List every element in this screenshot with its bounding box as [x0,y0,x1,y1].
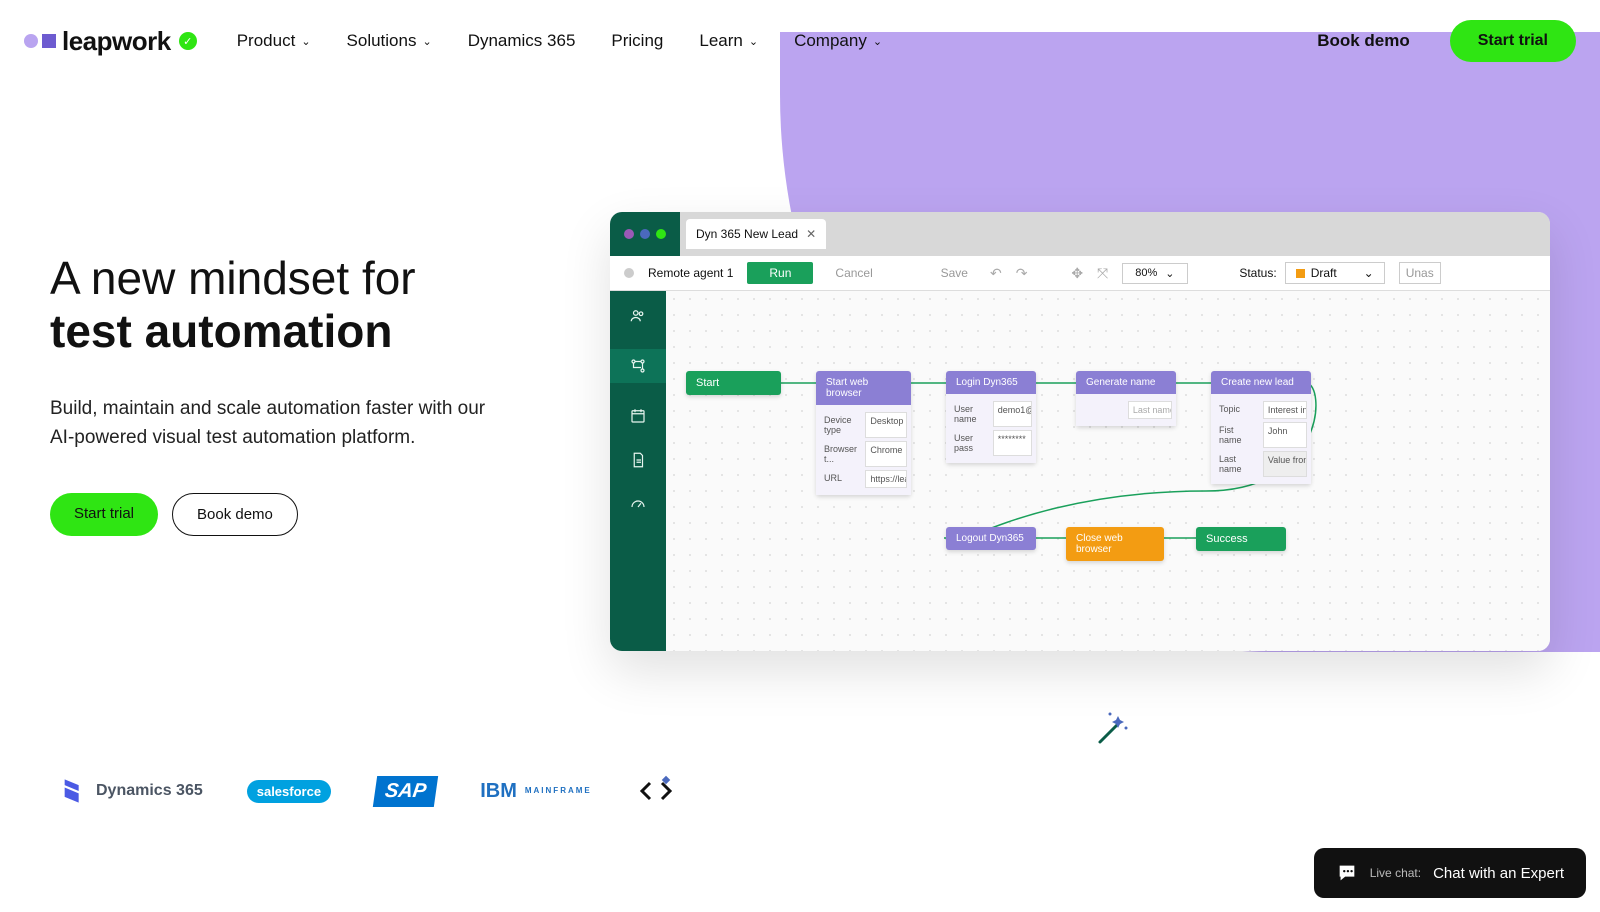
hero-start-trial-button[interactable]: Start trial [50,493,158,536]
nav-learn[interactable]: Learn⌄ [699,31,758,51]
zoom-select[interactable]: 80%⌄ [1122,263,1187,284]
nav-solutions[interactable]: Solutions⌄ [347,31,432,51]
chat-label: Chat with an Expert [1433,865,1564,882]
brand-name: leapwork [62,26,171,57]
flow-node-start-browser[interactable]: Start web browser Device typeDesktop Bro… [816,371,911,495]
flow-node-create-lead[interactable]: Create new lead TopicInterest in Fist na… [1211,371,1311,484]
logo-sap: SAP [375,776,436,807]
gauge-icon[interactable] [627,493,649,515]
chevron-down-icon: ⌄ [1165,267,1174,280]
chevron-down-icon: ⌄ [422,35,431,48]
hero-title: A new mindset for test automation [50,252,570,358]
status-color-icon [1296,269,1305,278]
magic-wand-icon [1090,712,1130,761]
status-select[interactable]: Draft ⌄ [1285,262,1385,284]
chat-prefix: Live chat: [1370,866,1421,880]
traffic-light-icon [640,229,650,239]
product-screenshot: Dyn 365 New Lead ✕ Remote agent 1 Run Ca… [610,212,1550,651]
nav-company[interactable]: Company⌄ [794,31,882,51]
brand-logo[interactable]: leapwork ✓ [24,26,197,57]
window-traffic-lights [610,212,680,256]
flow-node-generate-name[interactable]: Generate name Last name [1076,371,1176,426]
move-icon[interactable]: ✥ [1071,265,1083,282]
logo-dynamics365: Dynamics 365 [60,777,203,805]
flow-canvas[interactable]: Start Start web browser Device typeDeskt… [666,291,1550,651]
fit-icon[interactable]: ⤧ [1097,265,1108,282]
traffic-light-icon [656,229,666,239]
customer-logos: Dynamics 365 salesforce SAP IBMMAINFRAME [0,731,1600,831]
flow-node-login[interactable]: Login Dyn365 User namedemo1@le User pass… [946,371,1036,463]
start-trial-button[interactable]: Start trial [1450,20,1576,62]
live-chat-button[interactable]: Live chat: Chat with an Expert [1314,848,1586,898]
chevron-down-icon: ⌄ [873,35,882,48]
document-icon[interactable] [627,449,649,471]
primary-nav: Product⌄ Solutions⌄ Dynamics 365 Pricing… [237,31,882,51]
flow-node-logout[interactable]: Logout Dyn365 [946,527,1036,550]
unassign-button[interactable]: Unas [1399,262,1441,284]
redo-icon[interactable]: ↷ [1016,265,1028,282]
logo-square-icon [42,34,56,48]
users-icon[interactable] [627,305,649,327]
save-button[interactable]: Save [933,262,976,284]
nav-pricing[interactable]: Pricing [611,31,663,51]
hero-subtitle: Build, maintain and scale automation fas… [50,394,510,453]
agent-name: Remote agent 1 [648,266,733,280]
run-button[interactable]: Run [747,262,813,284]
flow-icon[interactable] [610,349,666,383]
flow-node-close-browser[interactable]: Close web browser [1066,527,1164,561]
chat-bubble-icon [1336,862,1358,884]
undo-icon[interactable]: ↶ [990,265,1002,282]
chevron-down-icon: ⌄ [301,35,310,48]
verified-check-icon: ✓ [179,32,197,50]
logo-dot-icon [24,34,38,48]
nav-dynamics365[interactable]: Dynamics 365 [468,31,576,51]
editor-tab[interactable]: Dyn 365 New Lead ✕ [686,219,826,249]
flow-node-start[interactable]: Start [686,371,781,395]
tab-title: Dyn 365 New Lead [696,227,798,241]
status-label: Status: [1239,266,1276,280]
logo-ibm-mainframe: IBMMAINFRAME [480,784,592,798]
close-icon[interactable]: ✕ [806,227,816,241]
sidebar [610,291,666,651]
chevron-down-icon: ⌄ [1364,266,1374,280]
chevron-down-icon: ⌄ [749,35,758,48]
book-demo-link[interactable]: Book demo [1317,31,1410,51]
calendar-icon[interactable] [627,405,649,427]
agent-status-icon [624,268,634,278]
traffic-light-icon [624,229,634,239]
hero-book-demo-button[interactable]: Book demo [172,493,298,536]
logo-code [636,771,676,811]
nav-product[interactable]: Product⌄ [237,31,311,51]
cancel-button[interactable]: Cancel [827,262,880,284]
flow-node-success[interactable]: Success [1196,527,1286,551]
logo-salesforce: salesforce [247,780,331,803]
